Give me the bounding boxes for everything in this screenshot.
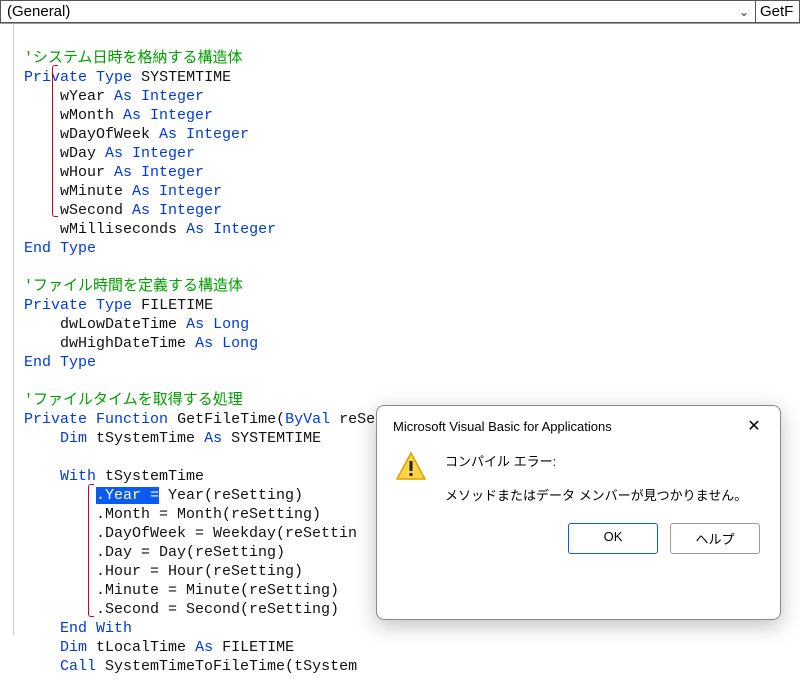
editor-gutter xyxy=(0,24,14,635)
object-dropdown-label: (General) xyxy=(7,3,70,20)
dialog-body: コンパイル エラー: メソッドまたはデータ メンバーが見つかりません。 xyxy=(377,442,780,513)
dialog-titlebar: Microsoft Visual Basic for Applications … xyxy=(377,406,780,442)
topbar: (General) ⌄ GetF xyxy=(0,0,800,24)
bracket-annotation-2 xyxy=(88,484,94,617)
procedure-dropdown-label: GetF xyxy=(760,3,793,20)
warning-icon xyxy=(395,450,429,505)
dialog-message-line2: メソッドまたはデータ メンバーが見つかりません。 xyxy=(445,486,762,506)
object-dropdown[interactable]: (General) ⌄ xyxy=(0,0,756,23)
selected-text: .Year = xyxy=(96,487,159,504)
error-dialog: Microsoft Visual Basic for Applications … xyxy=(376,405,781,620)
dialog-message: コンパイル エラー: メソッドまたはデータ メンバーが見つかりません。 xyxy=(445,450,762,505)
dialog-message-line1: コンパイル エラー: xyxy=(445,452,762,472)
dialog-buttons: OK ヘルプ xyxy=(377,513,780,568)
code-comment: 'ファイルタイムを取得する処理 xyxy=(24,392,243,409)
procedure-dropdown[interactable]: GetF xyxy=(756,0,800,23)
dialog-title-text: Microsoft Visual Basic for Applications xyxy=(393,419,612,434)
bracket-annotation-1 xyxy=(52,65,58,217)
ok-button[interactable]: OK xyxy=(568,523,658,554)
chevron-down-icon: ⌄ xyxy=(739,5,749,19)
close-icon[interactable]: ✕ xyxy=(740,416,768,436)
help-button[interactable]: ヘルプ xyxy=(670,523,760,554)
code-comment: 'ファイル時間を定義する構造体 xyxy=(24,278,243,295)
